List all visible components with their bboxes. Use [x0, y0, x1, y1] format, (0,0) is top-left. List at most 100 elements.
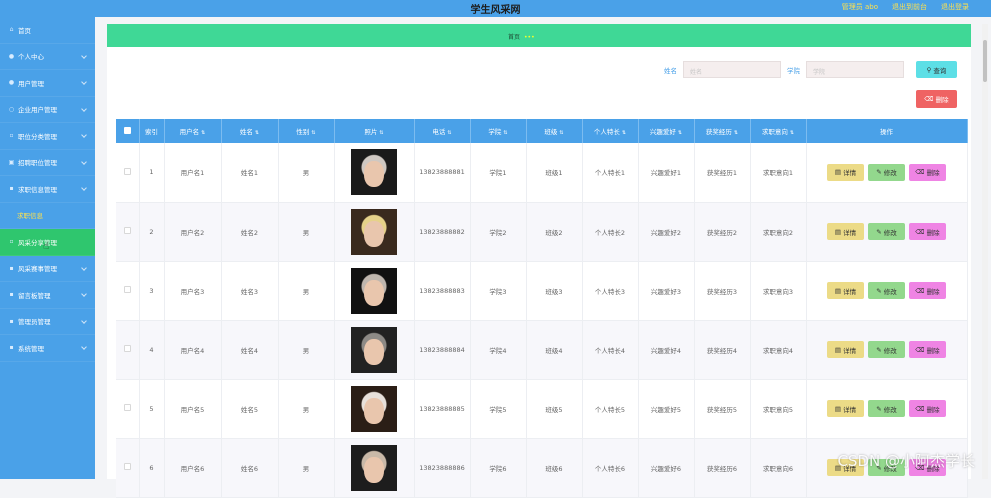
column-header[interactable]: 性别⇅: [278, 119, 334, 143]
search-button[interactable]: ⚲查询: [916, 61, 957, 78]
sort-icon[interactable]: ⇅: [790, 130, 794, 136]
sort-icon[interactable]: ⇅: [559, 130, 563, 136]
column-header[interactable]: 兴趣爱好⇅: [638, 119, 694, 143]
detail-button[interactable]: ▤详情: [827, 400, 864, 417]
row-select-cell: [116, 261, 139, 320]
chevron-down-icon: [81, 132, 87, 138]
student-photo: [351, 149, 397, 195]
edit-button[interactable]: ✎修改: [868, 400, 905, 417]
cell-talent: 个人特长6: [582, 438, 638, 497]
column-header[interactable]: 用户名⇅: [164, 119, 221, 143]
delete-button[interactable]: ⌫删除: [909, 223, 946, 240]
cell-gender: 男: [278, 143, 334, 202]
sort-icon[interactable]: ⇅: [379, 130, 383, 136]
delete-button[interactable]: ⌫删除: [909, 282, 946, 299]
select-all-checkbox[interactable]: [124, 127, 131, 134]
cell-name: 姓名3: [221, 261, 278, 320]
scrollbar-thumb[interactable]: [983, 40, 987, 82]
cell-college: 学院4: [470, 320, 526, 379]
delete-button[interactable]: ⌫删除: [909, 164, 946, 181]
batch-delete-button[interactable]: ⌫删除: [916, 90, 957, 108]
chevron-down-icon: [81, 79, 87, 85]
column-header[interactable]: 获奖经历⇅: [694, 119, 750, 143]
sort-icon[interactable]: ⇅: [201, 130, 205, 136]
detail-button[interactable]: ▤详情: [827, 341, 864, 358]
sort-icon[interactable]: ⇅: [503, 130, 507, 136]
sort-icon[interactable]: ⇅: [678, 130, 682, 136]
edit-button[interactable]: ✎修改: [868, 341, 905, 358]
sidebar-item-label: 求职信息: [17, 210, 43, 220]
sort-icon[interactable]: ⇅: [622, 130, 626, 136]
column-header: 索引: [139, 119, 164, 143]
chevron-down-icon: [81, 291, 87, 297]
sidebar-item-home[interactable]: ⌂首页: [0, 17, 95, 44]
sort-icon[interactable]: ⇅: [447, 130, 451, 136]
row-checkbox[interactable]: [124, 168, 131, 175]
cell-photo: [334, 438, 414, 497]
edit-button[interactable]: ✎修改: [868, 223, 905, 240]
sidebar-item-admins[interactable]: ▪管理员管理: [0, 309, 95, 336]
column-header[interactable]: 照片⇅: [334, 119, 414, 143]
breadcrumb: 首页•••: [508, 32, 538, 41]
column-header[interactable]: 姓名⇅: [221, 119, 278, 143]
sidebar-item-job-seeking[interactable]: ▪求职信息管理: [0, 176, 95, 203]
cell-phone: 13823888883: [414, 261, 470, 320]
row-checkbox[interactable]: [124, 286, 131, 293]
sidebar-item-label: 风采赛事管理: [18, 263, 57, 273]
cell-operations: ▤详情✎修改⌫删除: [806, 379, 967, 438]
sidebar-item-message-board[interactable]: ▪留言板管理: [0, 282, 95, 309]
detail-button[interactable]: ▤详情: [827, 164, 864, 181]
student-photo: [351, 386, 397, 432]
cell-class: 班级2: [526, 202, 582, 261]
detail-button[interactable]: ▤详情: [827, 223, 864, 240]
edit-button[interactable]: ✎修改: [868, 282, 905, 299]
logout-link[interactable]: 退出登录: [941, 2, 969, 12]
cell-photo: [334, 261, 414, 320]
sidebar-item-recruitment[interactable]: ▣招聘职位管理: [0, 150, 95, 177]
cell-index: 5: [139, 379, 164, 438]
chevron-down-icon: [81, 265, 87, 271]
row-checkbox[interactable]: [124, 463, 131, 470]
edit-icon: ✎: [876, 228, 881, 236]
sidebar-item-job-category[interactable]: ▫职位分类管理: [0, 123, 95, 150]
briefcase-icon: ▣: [8, 159, 15, 166]
sidebar-subitem-job-info[interactable]: 求职信息: [0, 203, 95, 230]
row-checkbox[interactable]: [124, 404, 131, 411]
chevron-down-icon: [81, 106, 87, 112]
column-header[interactable]: 班级⇅: [526, 119, 582, 143]
sort-icon[interactable]: ⇅: [311, 130, 315, 136]
sidebar-item-label: 系统管理: [18, 343, 44, 353]
cell-username: 用户名2: [164, 202, 221, 261]
delete-button[interactable]: ⌫删除: [909, 341, 946, 358]
document-icon: ▪: [8, 185, 15, 192]
sidebar-item-enterprise-users[interactable]: ○企业用户管理: [0, 97, 95, 124]
sidebar-item-system[interactable]: ▪系统管理: [0, 335, 95, 362]
exit-frontend-link[interactable]: 退出到前台: [892, 2, 927, 12]
edit-icon: ✎: [876, 346, 881, 354]
row-checkbox[interactable]: [124, 227, 131, 234]
breadcrumb-home[interactable]: 首页: [508, 34, 520, 41]
sidebar-item-users[interactable]: ●用户管理: [0, 70, 95, 97]
edit-icon: ✎: [876, 168, 881, 176]
sidebar-item-style-events[interactable]: ▪风采赛事管理: [0, 256, 95, 283]
data-table: 索引 用户名⇅ 姓名⇅ 性别⇅ 照片⇅ 电话⇅ 学院⇅ 班级⇅ 个人特长⇅ 兴趣…: [116, 119, 968, 498]
cell-name: 姓名4: [221, 320, 278, 379]
sort-icon[interactable]: ⇅: [255, 130, 259, 136]
name-search-input[interactable]: 姓名: [683, 61, 781, 78]
column-header[interactable]: 学院⇅: [470, 119, 526, 143]
college-search-input[interactable]: 学院: [806, 61, 904, 78]
select-all-header: [116, 119, 139, 143]
column-header[interactable]: 求职意向⇅: [750, 119, 806, 143]
cell-phone: 13823888886: [414, 438, 470, 497]
cell-hobby: 兴趣爱好1: [638, 143, 694, 202]
scrollbar[interactable]: [982, 24, 988, 479]
detail-button[interactable]: ▤详情: [827, 282, 864, 299]
cell-operations: ▤详情✎修改⌫删除: [806, 261, 967, 320]
edit-button[interactable]: ✎修改: [868, 164, 905, 181]
sort-icon[interactable]: ⇅: [734, 130, 738, 136]
sidebar-item-personal-center[interactable]: ●个人中心: [0, 44, 95, 71]
row-checkbox[interactable]: [124, 345, 131, 352]
column-header[interactable]: 电话⇅: [414, 119, 470, 143]
delete-button[interactable]: ⌫删除: [909, 400, 946, 417]
column-header[interactable]: 个人特长⇅: [582, 119, 638, 143]
